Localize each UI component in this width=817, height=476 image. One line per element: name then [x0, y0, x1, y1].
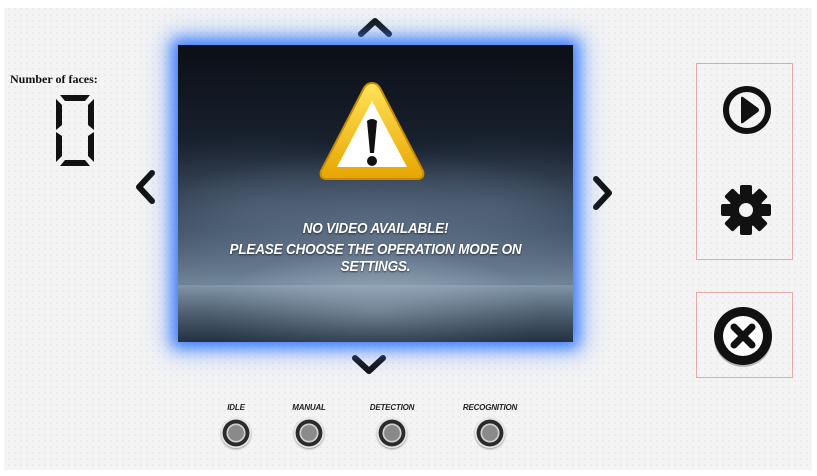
- faces-count-display: [56, 95, 94, 166]
- exit-panel: [696, 292, 793, 378]
- video-background-floor: [178, 285, 573, 342]
- mode-recognition[interactable]: RECOGNITION: [458, 403, 522, 448]
- video-display: NO VIDEO AVAILABLE! PLEASE CHOOSE THE OP…: [178, 45, 573, 342]
- gear-icon[interactable]: [719, 183, 773, 237]
- mode-idle-indicator[interactable]: [221, 418, 251, 448]
- mode-manual-indicator[interactable]: [294, 418, 324, 448]
- chevron-up-icon[interactable]: [356, 14, 394, 40]
- control-panel: [696, 63, 793, 260]
- chevron-right-icon[interactable]: [588, 174, 616, 212]
- warning-icon: [319, 81, 425, 180]
- mode-detection-indicator[interactable]: [377, 418, 407, 448]
- chevron-left-icon[interactable]: [132, 168, 160, 206]
- mode-manual[interactable]: MANUAL: [283, 403, 335, 448]
- no-video-message: NO VIDEO AVAILABLE!: [302, 220, 449, 237]
- mode-detection[interactable]: DETECTION: [363, 403, 421, 448]
- mode-idle[interactable]: IDLE: [212, 403, 260, 448]
- mode-recognition-indicator[interactable]: [475, 418, 505, 448]
- close-circle-icon[interactable]: [710, 303, 776, 369]
- choose-mode-message: PLEASE CHOOSE THE OPERATION MODE ON SETT…: [229, 241, 522, 275]
- bottom-border: [0, 470, 817, 476]
- right-border: [812, 0, 817, 476]
- mode-manual-label: MANUAL: [292, 403, 326, 412]
- play-icon[interactable]: [721, 84, 773, 136]
- chevron-down-icon[interactable]: [350, 352, 388, 378]
- top-border: [0, 0, 817, 8]
- mode-idle-label: IDLE: [227, 403, 245, 412]
- faces-count-label: Number of faces:: [10, 72, 98, 86]
- mode-recognition-label: RECOGNITION: [462, 403, 518, 412]
- left-border: [0, 0, 4, 476]
- mode-detection-label: DETECTION: [369, 403, 415, 412]
